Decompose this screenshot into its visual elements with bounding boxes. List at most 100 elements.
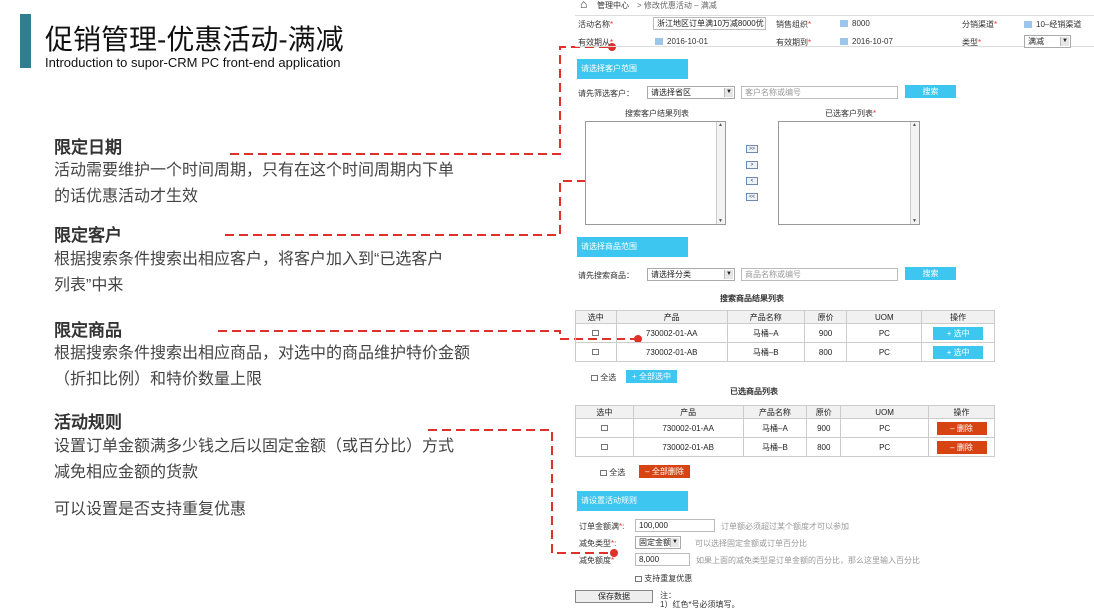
scrollbar[interactable] (716, 122, 725, 224)
customer-result-title: 搜索客户结果列表 (625, 109, 689, 118)
col-header: 产品 (615, 310, 728, 324)
customer-search-button[interactable]: 搜索 (905, 85, 956, 98)
deduct-type-select[interactable]: 固定金额 ▼ (635, 536, 681, 549)
row-checkbox[interactable] (592, 349, 600, 356)
product-name: 马桶–B (742, 437, 808, 457)
select-all-button[interactable]: + 全部选中 (626, 370, 677, 383)
customer-selected-list[interactable] (778, 121, 920, 225)
channel-value[interactable]: 10–经销渠道 (1024, 19, 1081, 30)
type-select[interactable]: 满减 ▼ (1024, 35, 1071, 48)
customer-scope-bar: 请选择客户范围 (577, 59, 688, 79)
valid-to-input[interactable]: 2016-10-07 (840, 37, 893, 46)
home-icon[interactable]: ⌂ (580, 0, 587, 11)
col-header: 产品 (632, 405, 744, 419)
section-heading-date: 限定日期 (54, 138, 122, 157)
delete-product-button[interactable]: – 删除 (936, 421, 987, 435)
move-right-button[interactable]: > (746, 161, 758, 169)
product-result-title: 搜索商品结果列表 (720, 294, 784, 303)
select-all-checkbox[interactable]: 全选 (600, 467, 625, 478)
valid-from-label: 有效期从* (578, 38, 614, 47)
product-price: 800 (803, 342, 848, 362)
row-checkbox[interactable] (600, 425, 608, 432)
section-heading-product: 限定商品 (54, 321, 122, 340)
section-text-date-1: 活动需要维护一个时间周期，只有在这个时间周期内下单 (54, 162, 455, 179)
move-left-button[interactable]: < (746, 177, 758, 185)
customer-region-select[interactable]: 请选择省区 ▼ (647, 86, 735, 99)
deduct-hint: 如果上面的减免类型是订单金额的百分比，那么这里输入百分比 (696, 556, 920, 565)
product-selected-title: 已选商品列表 (730, 387, 778, 396)
row-checkbox[interactable] (600, 444, 608, 451)
lookup-icon (1024, 21, 1032, 28)
deduct-label: 减免额度* (579, 556, 615, 565)
product-code: 730002-01-AA (615, 323, 728, 343)
chevron-down-icon: ▼ (724, 88, 733, 97)
section-text-rule-2: 减免相应金额的货款 (54, 464, 199, 481)
sales-org-value[interactable]: 8000 (840, 19, 870, 28)
chevron-down-icon: ▼ (1060, 37, 1069, 46)
customer-filter-label: 请先筛选客户： (578, 89, 634, 98)
table-row: 730002-01-AA 马桶–A 900 PC – 删除 (575, 418, 995, 438)
slide-subtitle: Introduction to supor-CRM PC front-end a… (45, 55, 341, 70)
row-checkbox[interactable] (592, 330, 600, 337)
col-header: UOM (840, 405, 929, 419)
select-all-checkbox[interactable]: 全选 (591, 372, 616, 383)
title-accent-bar (20, 14, 31, 68)
col-header: 原价 (803, 310, 848, 324)
calendar-icon (840, 38, 848, 45)
activity-name-input[interactable]: 浙江地区订单满10万减8000优 (653, 17, 766, 30)
product-uom: PC (846, 323, 923, 343)
section-heading-customer: 限定客户 (54, 226, 122, 245)
select-product-button[interactable]: + 选中 (933, 326, 984, 340)
product-uom: PC (840, 418, 929, 438)
type-label: 类型* (962, 38, 982, 47)
product-filter-label: 请先搜索商品： (578, 271, 634, 280)
section-text-customer-1: 根据搜索条件搜索出相应客户，将客户加入到“已选客户 (54, 251, 444, 268)
valid-from-input[interactable]: 2016-10-01 (655, 37, 708, 46)
lookup-icon (840, 20, 848, 27)
col-header: 选中 (575, 405, 634, 419)
section-text-product-2: （折扣比例）和特价数量上限 (54, 371, 263, 388)
product-name: 马桶–A (742, 418, 808, 438)
valid-to-label: 有效期到* (776, 38, 812, 47)
amount-input[interactable]: 100,000 (635, 519, 715, 532)
sales-org-label: 销售组织* (776, 20, 812, 29)
deduct-type-label: 减免类型*: (579, 539, 617, 548)
repeat-checkbox[interactable]: 支持重复优惠 (635, 573, 692, 584)
col-header: 产品名称 (742, 405, 808, 419)
product-price: 900 (803, 323, 848, 343)
product-code: 730002-01-AB (632, 437, 744, 457)
select-product-button[interactable]: + 选中 (933, 345, 984, 359)
section-text-customer-2: 列表”中来 (54, 277, 124, 294)
col-header: 操作 (921, 310, 995, 324)
scrollbar[interactable] (910, 122, 919, 224)
chevron-down-icon: ▼ (724, 270, 733, 279)
section-text-repeat: 可以设置是否支持重复优惠 (54, 501, 247, 518)
table-row: 730002-01-AA 马桶–A 900 PC + 选中 (575, 323, 995, 343)
product-name: 马桶–A (726, 323, 805, 343)
save-button[interactable]: 保存数据 (575, 590, 653, 603)
product-result-table: 选中 产品 产品名称 原价 UOM 操作 730002-01-AA 马桶–A 9… (575, 310, 995, 362)
product-search-input[interactable]: 商品名称或编号 (741, 268, 898, 281)
deduct-input[interactable]: 8,000 (635, 553, 690, 566)
move-all-right-button[interactable]: >> (746, 145, 758, 153)
nav-home[interactable]: 管理中心 (597, 0, 629, 11)
delete-all-button[interactable]: – 全部删除 (639, 465, 690, 478)
col-header: 操作 (928, 405, 995, 419)
activity-name-label: 活动名称* (578, 20, 614, 29)
customer-result-list[interactable] (585, 121, 726, 225)
product-search-button[interactable]: 搜索 (905, 267, 956, 280)
move-all-left-button[interactable]: << (746, 193, 758, 201)
amount-hint: 订单额必须超过某个额度才可以参加 (721, 522, 849, 531)
amount-label: 订单金额满*: (579, 522, 625, 531)
product-uom: PC (846, 342, 923, 362)
product-category-select[interactable]: 请选择分类 ▼ (647, 268, 735, 281)
section-text-product-1: 根据搜索条件搜索出相应商品，对选中的商品维护特价金额 (54, 345, 471, 362)
rule-bar: 请设置活动规则 (577, 491, 688, 511)
col-header: 原价 (806, 405, 842, 419)
delete-product-button[interactable]: – 删除 (936, 440, 987, 454)
guide-customer (225, 180, 640, 236)
col-header: UOM (846, 310, 923, 324)
customer-selected-title: 已选客户列表* (825, 109, 877, 118)
product-code: 730002-01-AA (632, 418, 744, 438)
customer-search-input[interactable]: 客户名称或编号 (741, 86, 898, 99)
